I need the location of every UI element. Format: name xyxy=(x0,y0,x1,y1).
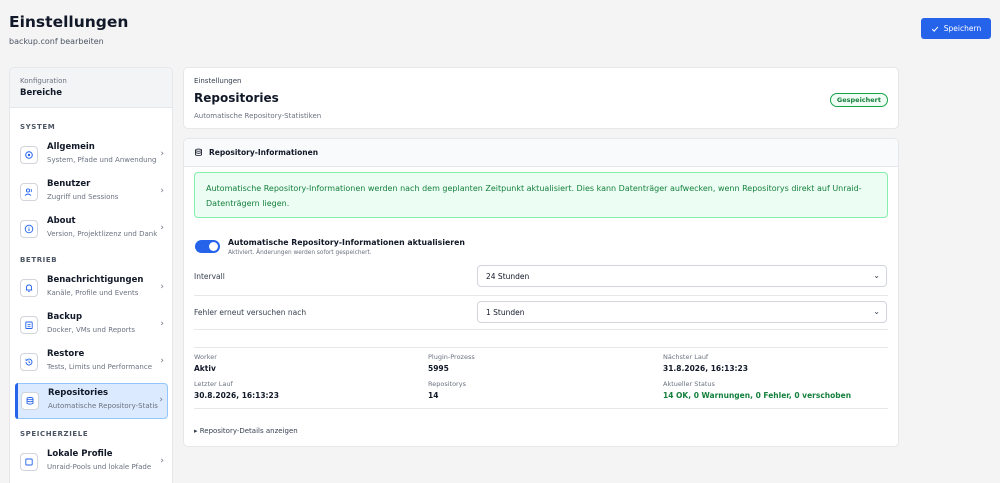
breadcrumb: Einstellungen xyxy=(194,77,242,85)
sidebar-item-desc: System, Pfade und Anwendungen xyxy=(47,156,157,164)
auto-update-toggle[interactable] xyxy=(195,240,220,253)
sidebar-item-desc: Zugriff und Sessions xyxy=(47,193,119,201)
status-badge: Gespeichert xyxy=(829,93,888,107)
sidebar-item-desc: Kanäle, Profile und Events xyxy=(47,289,139,297)
section-system: SYSTEM xyxy=(20,123,56,131)
info-icon xyxy=(20,220,38,238)
users-icon xyxy=(20,183,38,201)
retry-select[interactable]: 1 Stunden ⌄ xyxy=(477,301,887,323)
archive-icon xyxy=(20,316,38,334)
toggle-hint: Aktiviert. Änderungen werden sofort gesp… xyxy=(228,250,372,256)
toggle-label: Automatische Repository-Informationen ak… xyxy=(228,238,465,247)
divider xyxy=(194,329,888,330)
chevron-down-icon: ⌄ xyxy=(873,271,880,280)
divider xyxy=(194,347,888,348)
sidebar-item-desc: Tests, Limits und Performance xyxy=(47,363,153,371)
last-run-value: 30.8.2026, 16:13:23 xyxy=(194,391,279,400)
sidebar-header: Konfiguration Bereiche xyxy=(10,68,172,108)
plugin-label: Plugin-Prozess xyxy=(428,353,475,361)
repository-details-toggle[interactable]: ▸ Repository-Details anzeigen xyxy=(194,427,298,435)
section-subtitle: Automatische Repository-Statistiken xyxy=(194,112,322,120)
page-title: Einstellungen xyxy=(9,13,129,31)
chevron-down-icon: ⌄ xyxy=(873,307,880,316)
interval-label: Intervall xyxy=(194,272,225,281)
chevron-right-icon: › xyxy=(160,149,164,159)
interval-select[interactable]: 24 Stunden ⌄ xyxy=(477,265,887,287)
chevron-right-icon: › xyxy=(159,395,163,405)
last-run-label: Letzter Lauf xyxy=(194,380,233,388)
save-button-label: Speichern xyxy=(943,24,982,33)
card-title: Repository-Informationen xyxy=(209,148,319,157)
sidebar-item-desc: Version, Projektlizenz und Danksagungen xyxy=(47,230,157,238)
section-speicherziele: SPEICHERZIELE xyxy=(20,430,89,438)
retry-label: Fehler erneut versuchen nach xyxy=(194,308,307,317)
sidebar-item-desc: Automatische Repository-Statistiken xyxy=(48,402,158,410)
retry-value: 1 Stunden xyxy=(486,308,525,317)
sidebar-item-label: About xyxy=(47,216,76,226)
sidebar-item-allgemein[interactable]: Allgemein System, Pfade und Anwendungen … xyxy=(15,138,168,174)
sidebar-item-repositories[interactable]: Repositories Automatische Repository-Sta… xyxy=(15,383,168,419)
section-title: Repositories xyxy=(194,91,279,105)
next-run-label: Nächster Lauf xyxy=(663,353,709,361)
info-alert: Automatische Repository-Informationen we… xyxy=(194,172,888,218)
section-betrieb: BETRIEB xyxy=(20,256,58,264)
chevron-right-icon: › xyxy=(160,282,164,292)
database-icon xyxy=(195,148,202,157)
gear-icon xyxy=(20,146,38,164)
sidebar-item-label: Benutzer xyxy=(47,179,91,189)
chevron-right-icon: › xyxy=(160,186,164,196)
repos-value: 14 xyxy=(428,391,439,400)
check-icon xyxy=(931,26,939,32)
sidebar-item-desc: Docker, VMs und Reports xyxy=(47,326,136,334)
sidebar-header-caption: Konfiguration xyxy=(20,77,67,85)
repos-label: Repositorys xyxy=(428,380,466,388)
bell-icon xyxy=(20,279,38,297)
sidebar-item-label: Allgemein xyxy=(47,142,95,152)
chevron-right-icon: › xyxy=(160,456,164,466)
sidebar-item-label: Backup xyxy=(47,312,83,322)
sidebar-item-label: Lokale Profile xyxy=(47,449,113,459)
sidebar-item-benutzer[interactable]: Benutzer Zugriff und Sessions › xyxy=(15,175,168,211)
worker-value: Aktiv xyxy=(194,364,216,373)
sidebar-item-label: Benachrichtigungen xyxy=(47,275,144,285)
sidebar-item-desc: Unraid-Pools und lokale Pfade xyxy=(47,463,152,471)
sidebar-item-label: Repositories xyxy=(48,388,109,398)
card-header: Repository-Informationen xyxy=(184,139,898,167)
save-button[interactable]: Speichern xyxy=(921,18,991,39)
settings-sidebar: Konfiguration Bereiche SYSTEM Allgemein … xyxy=(9,67,173,483)
repository-info-card: Repository-Informationen Automatische Re… xyxy=(183,138,899,447)
database-icon xyxy=(21,392,39,410)
sidebar-item-label: Restore xyxy=(47,349,85,359)
next-run-value: 31.8.2026, 16:13:23 xyxy=(663,364,748,373)
square-icon xyxy=(20,453,38,471)
chevron-right-icon: › xyxy=(160,356,164,366)
status-label: Aktueller Status xyxy=(663,380,715,388)
sidebar-item-about[interactable]: About Version, Projektlizenz und Danksag… xyxy=(15,212,168,248)
chevron-right-icon: › xyxy=(160,223,164,233)
divider xyxy=(194,295,888,296)
plugin-value: 5995 xyxy=(428,364,449,373)
sidebar-item-backup[interactable]: Backup Docker, VMs und Reports › xyxy=(15,308,168,344)
history-icon xyxy=(20,353,38,371)
status-value: 14 OK, 0 Warnungen, 0 Fehler, 0 verschob… xyxy=(663,391,852,400)
chevron-right-icon: › xyxy=(160,319,164,329)
divider xyxy=(194,408,888,409)
sidebar-item-benachrichtigungen[interactable]: Benachrichtigungen Kanäle, Profile und E… xyxy=(15,271,168,307)
sidebar-item-lokale-profile[interactable]: Lokale Profile Unraid-Pools und lokale P… xyxy=(15,445,168,481)
sidebar-header-title: Bereiche xyxy=(20,88,62,98)
interval-value: 24 Stunden xyxy=(486,272,530,281)
sidebar-item-restore[interactable]: Restore Tests, Limits und Performance › xyxy=(15,345,168,381)
worker-label: Worker xyxy=(194,353,217,361)
page-subtitle: backup.conf bearbeiten xyxy=(9,37,104,46)
section-header-card: Einstellungen Repositories Automatische … xyxy=(183,67,899,129)
